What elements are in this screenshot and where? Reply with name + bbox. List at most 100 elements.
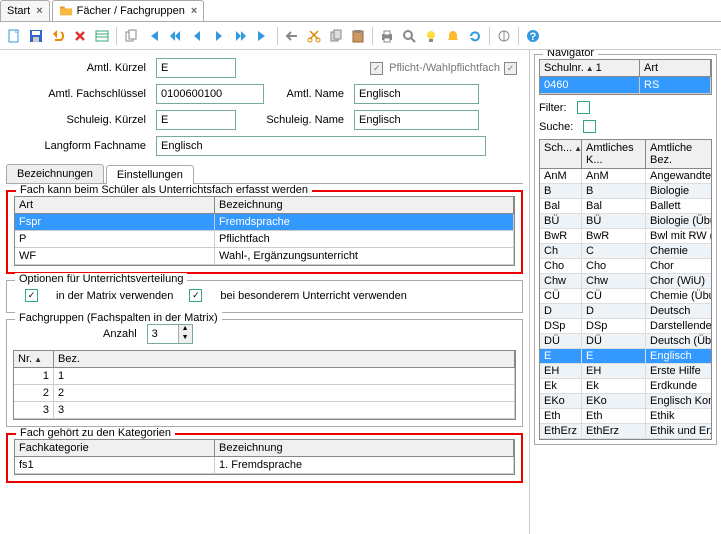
fg-row[interactable]: 22 (14, 385, 515, 402)
fieldset-unterrichtsfach: Fach kann beim Schüler als Unterrichtsfa… (6, 190, 523, 274)
fach-list-row[interactable]: DDDeutsch (540, 304, 711, 319)
fach-list-row[interactable]: ChwChwChor (WiU) (540, 274, 711, 289)
bulb-icon[interactable] (421, 26, 441, 46)
last-icon[interactable] (253, 26, 273, 46)
back-icon[interactable] (282, 26, 302, 46)
save-icon[interactable] (26, 26, 46, 46)
col-schulnr[interactable]: Schulnr.▲1 (540, 60, 640, 76)
col-nr[interactable]: Nr.▲ (14, 351, 54, 367)
fach-list-row[interactable]: DSpDSpDarstellendes S (540, 319, 711, 334)
art-row[interactable]: FsprFremdsprache (15, 214, 514, 231)
fach-list-row[interactable]: EkEkErdkunde (540, 379, 711, 394)
refresh-icon[interactable] (465, 26, 485, 46)
suche-label: Suche: (539, 121, 573, 133)
amtl-fachschluessel-input[interactable] (156, 84, 264, 104)
undo-icon[interactable] (48, 26, 68, 46)
fg-row[interactable]: 33 (14, 402, 515, 419)
tab-einstellungen[interactable]: Einstellungen (106, 165, 194, 184)
kategorien-grid[interactable]: Fachkategorie Bezeichnung fs11. Fremdspr… (14, 439, 515, 475)
list-icon[interactable] (92, 26, 112, 46)
fach-list-grid[interactable]: Sch...▲ Amtliches K... Amtliche Bez. AnM… (539, 139, 712, 440)
fg-row[interactable]: 11 (14, 368, 515, 385)
copy2-icon[interactable] (326, 26, 346, 46)
tab-faecher[interactable]: Fächer / Fachgruppen × (52, 0, 205, 21)
spin-down-icon[interactable]: ▼ (178, 334, 192, 343)
c3-cell: Englisch (646, 349, 711, 363)
fach-list-row[interactable]: CÜCÜChemie (Übung (540, 289, 711, 304)
suche-checkbox[interactable] (583, 120, 596, 133)
kat-row[interactable]: fs11. Fremdsprache (15, 457, 514, 474)
col-bez[interactable]: Bezeichnung (215, 440, 514, 456)
next-icon[interactable] (209, 26, 229, 46)
anzahl-input[interactable] (148, 328, 178, 340)
bell-icon[interactable] (443, 26, 463, 46)
fach-list-row[interactable]: AnMAnMAngewandte M (540, 169, 711, 184)
schuleig-kuerzel-input[interactable] (156, 110, 236, 130)
fach-list-row[interactable]: EthEthEthik (540, 409, 711, 424)
pflicht-checkbox[interactable]: ✓ (370, 62, 383, 75)
art-row[interactable]: WFWahl-, Ergänzungsunterricht (15, 248, 514, 265)
fach-list-row[interactable]: ChoChoChor (540, 259, 711, 274)
fach-list-row[interactable]: BwRBwRBwl mit RW (ink (540, 229, 711, 244)
sort-asc-icon: ▲ (34, 355, 42, 364)
new-icon[interactable] (4, 26, 24, 46)
col-art[interactable]: Art (640, 60, 711, 76)
pflicht-checkbox2[interactable]: ✓ (504, 62, 517, 75)
paste-icon[interactable] (348, 26, 368, 46)
langform-input[interactable] (156, 136, 486, 156)
help-icon[interactable]: ? (523, 26, 543, 46)
amtl-kuerzel-input[interactable] (156, 58, 236, 78)
fach-list-row[interactable]: ChCChemie (540, 244, 711, 259)
fach-list-row[interactable]: EHEHErste Hilfe (540, 364, 711, 379)
col-kat[interactable]: Fachkategorie (15, 440, 215, 456)
link-icon[interactable] (494, 26, 514, 46)
fach-list-row[interactable]: EthErzEthErzEthik und Erzie (540, 424, 711, 439)
first-icon[interactable] (143, 26, 163, 46)
fach-list-row[interactable]: BBBiologie (540, 184, 711, 199)
c1-cell: E (540, 349, 582, 363)
close-icon[interactable]: × (36, 5, 42, 17)
col-amtlbez[interactable]: Amtliche Bez. (646, 140, 711, 168)
c1-cell: Ch (540, 244, 582, 258)
amtl-name-input[interactable] (354, 84, 479, 104)
c3-cell: Deutsch (Übun (646, 334, 711, 348)
col-art[interactable]: Art (15, 197, 215, 213)
besonder-checkbox[interactable]: ✓ (189, 289, 202, 302)
art-grid[interactable]: Art Bezeichnung FsprFremdsprachePPflicht… (14, 196, 515, 266)
art-row[interactable]: PPflichtfach (15, 231, 514, 248)
fach-list-row[interactable]: BÜBÜBiologie (Übung (540, 214, 711, 229)
col-amtlk[interactable]: Amtliches K... (582, 140, 646, 168)
toolbar-separator (518, 27, 519, 45)
matrix-checkbox[interactable]: ✓ (25, 289, 38, 302)
col-bez[interactable]: Bez. (54, 351, 515, 367)
copy-icon[interactable] (121, 26, 141, 46)
tab-bezeichnungen[interactable]: Bezeichnungen (6, 164, 104, 183)
filter-checkbox[interactable] (577, 101, 590, 114)
cut-icon[interactable] (304, 26, 324, 46)
print-icon[interactable] (377, 26, 397, 46)
fachgruppen-grid[interactable]: Nr.▲ Bez. 112233 (13, 350, 516, 420)
fach-list-row[interactable]: DÜDÜDeutsch (Übun (540, 334, 711, 349)
schul-grid[interactable]: Schulnr.▲1 Art 0460 RS (539, 59, 712, 95)
delete-icon[interactable] (70, 26, 90, 46)
fach-list-row[interactable]: BalBalBallett (540, 199, 711, 214)
fieldset-kategorien: Fach gehört zu den Kategorien Fachkatego… (6, 433, 523, 483)
anzahl-stepper[interactable]: ▲ ▼ (147, 324, 193, 344)
next-page-icon[interactable] (231, 26, 251, 46)
c1-cell: D (540, 304, 582, 318)
c3-cell: Angewandte M (646, 169, 711, 183)
c1-cell: BwR (540, 229, 582, 243)
prev-icon[interactable] (187, 26, 207, 46)
fach-list-row[interactable]: EKoEKoEnglisch Konve (540, 394, 711, 409)
close-icon[interactable]: × (191, 5, 197, 17)
preview-icon[interactable] (399, 26, 419, 46)
schuleig-name-input[interactable] (354, 110, 479, 130)
tab-start[interactable]: Start × (0, 0, 50, 21)
schul-row[interactable]: 0460 RS (540, 77, 711, 94)
prev-page-icon[interactable] (165, 26, 185, 46)
fach-list-row[interactable]: EEEnglisch (540, 349, 711, 364)
col-bez[interactable]: Bezeichnung (215, 197, 514, 213)
bez-cell: Fremdsprache (215, 214, 514, 230)
col-sch[interactable]: Sch...▲ (540, 140, 582, 168)
spin-up-icon[interactable]: ▲ (178, 325, 192, 334)
